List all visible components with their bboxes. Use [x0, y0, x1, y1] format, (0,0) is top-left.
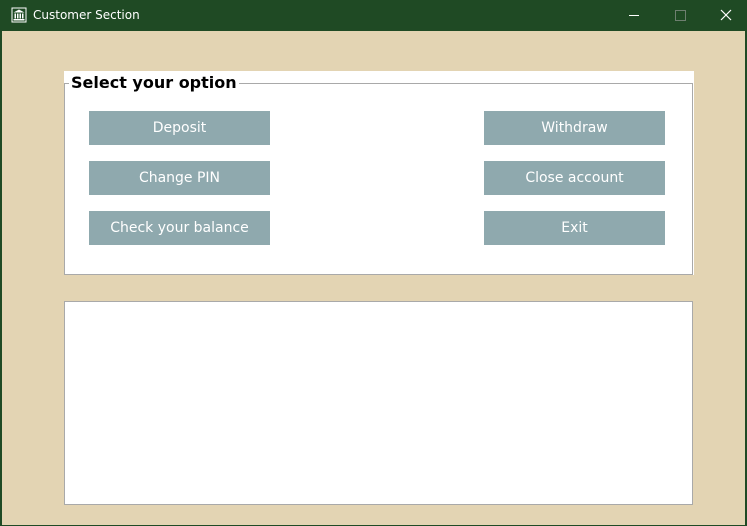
deposit-button[interactable]: Deposit: [89, 111, 270, 145]
close-account-button[interactable]: Close account: [484, 161, 665, 195]
exit-button[interactable]: Exit: [484, 211, 665, 245]
title-bar[interactable]: Customer Section: [2, 0, 747, 31]
maximize-button[interactable]: [657, 0, 703, 31]
maximize-icon: [674, 6, 686, 25]
select-option-group: Select your option Deposit Change PIN Ch…: [64, 71, 694, 275]
customer-section-window: Customer Section Select your option Depo…: [0, 0, 747, 526]
change-pin-button[interactable]: Change PIN: [89, 161, 270, 195]
output-text-area[interactable]: [64, 301, 693, 505]
group-label: Select your option: [69, 73, 239, 93]
withdraw-button[interactable]: Withdraw: [484, 111, 665, 145]
minimize-button[interactable]: [611, 0, 657, 31]
close-icon: [720, 6, 732, 25]
close-window-button[interactable]: [703, 0, 747, 31]
check-balance-button[interactable]: Check your balance: [89, 211, 270, 245]
window-title: Customer Section: [33, 8, 140, 22]
minimize-icon: [628, 6, 640, 25]
bank-icon: [11, 7, 27, 23]
